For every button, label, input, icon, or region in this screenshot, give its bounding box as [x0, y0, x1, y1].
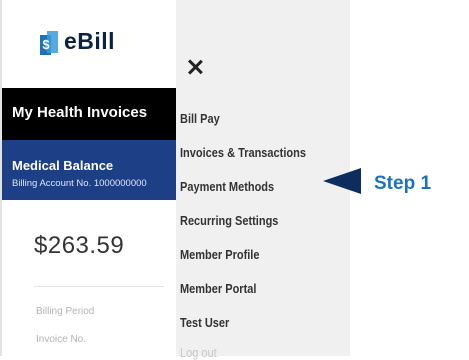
- page-header: My Health Invoices: [2, 88, 176, 140]
- menu-item-recurring-settings[interactable]: Recurring Settings: [180, 214, 278, 228]
- invoice-number-label: Invoice No.: [36, 334, 87, 345]
- callout-arrow-icon: [323, 168, 361, 194]
- menu-item-bill-pay[interactable]: Bill Pay: [180, 112, 220, 126]
- balance-title: Medical Balance: [12, 158, 114, 173]
- balance-amount: $263.59: [34, 232, 125, 259]
- menu-item-payment-methods[interactable]: Payment Methods: [180, 180, 274, 194]
- menu-item-log-out[interactable]: Log out: [180, 346, 217, 360]
- medical-balance-card[interactable]: Medical Balance Billing Account No. 1000…: [2, 140, 176, 200]
- ebill-logo-icon: $: [40, 29, 58, 55]
- billing-account-number: Billing Account No. 1000000000: [12, 178, 147, 189]
- menu-item-test-user[interactable]: Test User: [180, 316, 229, 330]
- divider: [34, 286, 164, 287]
- page-title: My Health Invoices: [12, 104, 148, 121]
- logo-text: eBill: [64, 28, 116, 54]
- menu-item-invoices-transactions[interactable]: Invoices & Transactions: [180, 146, 306, 160]
- menu-item-member-portal[interactable]: Member Portal: [180, 282, 256, 296]
- ebill-logo: $ eBill: [40, 28, 115, 55]
- menu-item-member-profile[interactable]: Member Profile: [180, 248, 259, 262]
- billing-period-label: Billing Period: [36, 306, 95, 317]
- close-icon[interactable]: [186, 58, 204, 76]
- dollar-glyph: $: [42, 36, 50, 52]
- step-label: Step 1: [374, 173, 432, 194]
